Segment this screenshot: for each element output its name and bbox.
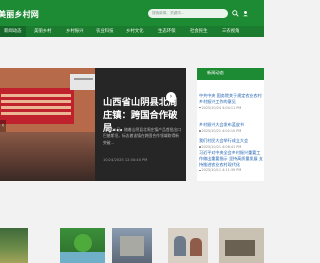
clock-icon: [199, 169, 201, 172]
nav-item-perspective[interactable]: 三农视角: [222, 26, 240, 37]
clock-icon: [199, 130, 201, 132]
nav-item-revitalization[interactable]: 乡村振兴: [66, 26, 84, 37]
news-date: 2025/10/21 4:08:41 PM: [201, 144, 242, 149]
carousel-next-icon[interactable]: ›: [166, 92, 176, 102]
thumbnail-image[interactable]: [168, 228, 208, 263]
hero-photo: [0, 68, 95, 181]
news-title[interactable]: 我们村民大会举行成立大会: [199, 138, 264, 144]
main-nav: 新闻动态 美丽乡村 乡村振兴 农业科技 乡村文化 生态环保 社会民生 三农视角: [0, 26, 264, 37]
thumbnail-image[interactable]: [60, 228, 105, 263]
nav-item-ecology[interactable]: 生态环保: [158, 26, 176, 37]
sidebar-news-item[interactable]: 我们村民大会举行成立大会 2025/10/21 4:08:41 PM: [199, 138, 264, 149]
sidebar-news-item[interactable]: 习近平对中央全会乡村振兴重要工作做出重要指示 坚持高质量发展 支持推进农业农村现…: [199, 150, 264, 172]
clock-icon: [199, 146, 201, 148]
nav-item-news[interactable]: 新闻动态: [0, 26, 26, 37]
news-date: 2025/10/11 4:11:39 PM: [201, 168, 242, 173]
nav-item-culture[interactable]: 乡村文化: [126, 26, 144, 37]
news-title[interactable]: 习近平对中央全会乡村振兴重要工作做出重要指示 坚持高质量发展 支持推进农业农村现…: [199, 150, 264, 167]
carousel-prev-icon[interactable]: ‹: [0, 120, 6, 132]
search-input[interactable]: 搜索新闻、关键词...: [148, 9, 228, 18]
search-icon[interactable]: [232, 10, 239, 17]
thumbnail-image[interactable]: [0, 228, 28, 263]
hero-date: 10/24/2025 12:34:40 PM: [103, 158, 148, 162]
clock-icon: [199, 106, 201, 109]
site-logo[interactable]: 美丽乡村网: [0, 9, 39, 20]
page-spacer: [0, 37, 264, 68]
sidebar-news-item[interactable]: 中共中央 国务院关于规定农业农村乡村振兴工作的意见 2025/10/24 4:0…: [199, 93, 264, 110]
nav-item-beautiful-village[interactable]: 美丽乡村: [34, 26, 52, 37]
nav-item-livelihood[interactable]: 社会民生: [190, 26, 208, 37]
news-title[interactable]: 乡村振兴大会发布蓝皮书: [199, 122, 264, 128]
sidebar-news-item[interactable]: 乡村振兴大会发布蓝皮书 2025/10/21 4:02:10 PM: [199, 122, 264, 133]
user-icon[interactable]: [242, 10, 249, 17]
nav-item-agri-tech[interactable]: 农业科技: [96, 26, 114, 37]
news-date: 2025/10/21 4:02:10 PM: [201, 128, 242, 133]
tab-news[interactable]: 新闻动态: [207, 70, 224, 76]
thumbnail-image[interactable]: [112, 228, 152, 263]
hero-summary: 10月22日，随着山阴县北周庄镇产品首批出口巴基斯坦，标志着该镇在跨国合作领域取…: [103, 127, 182, 145]
news-title[interactable]: 中共中央 国务院关于规定农业农村乡村振兴工作的意见: [199, 93, 264, 105]
thumbnail-image[interactable]: [219, 228, 264, 263]
news-date: 2025/10/24 4:04:11 PM: [201, 105, 242, 110]
